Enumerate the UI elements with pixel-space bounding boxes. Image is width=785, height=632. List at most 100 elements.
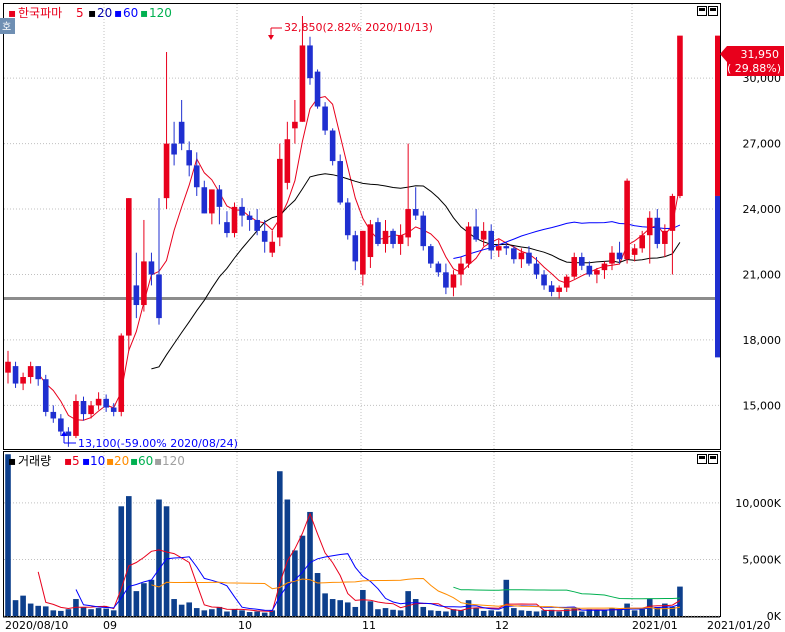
close-icon <box>710 8 716 11</box>
volume-bar <box>420 606 427 616</box>
candle-body <box>480 230 487 240</box>
volume-bar <box>458 610 464 616</box>
candle-body <box>103 398 109 408</box>
candle-body <box>397 235 404 244</box>
vol-ma20-label[interactable]: 20 <box>114 454 129 468</box>
volume-bar <box>435 610 442 616</box>
ma120-label[interactable]: 120 <box>149 6 172 20</box>
price-legend: ▪ 한국파마 5 ▪ 20 ▪ 60 ▪ 120 <box>8 6 172 20</box>
x-label: 2020/08/10 <box>5 619 68 632</box>
volume-bar <box>35 605 41 616</box>
price-tick: 24,000 <box>743 203 782 216</box>
close-icon <box>710 456 716 459</box>
maximize-icon <box>699 8 705 11</box>
vol-ma5-marker: ▪ <box>64 454 72 468</box>
volume-bar <box>390 609 396 616</box>
candle-body <box>110 407 117 412</box>
candle-body <box>390 230 396 244</box>
candle-body <box>495 246 502 251</box>
candle-body <box>473 226 479 240</box>
candle-body <box>12 366 19 384</box>
volume-bar <box>58 610 64 616</box>
candle-body <box>118 335 125 412</box>
volume-bar <box>246 612 253 616</box>
candle-body <box>344 202 351 236</box>
volume-bar <box>156 499 162 616</box>
candle-body <box>548 285 555 292</box>
candle-body <box>299 45 306 122</box>
high-annotation: 32,850(2.82% 2020/10/13) <box>268 21 433 40</box>
candle-body <box>42 379 49 412</box>
volume-bar <box>27 603 34 616</box>
candle-body <box>375 222 381 244</box>
volume-title[interactable]: 거래량 <box>18 454 51 468</box>
stock-name[interactable]: 한국파마 <box>18 6 62 20</box>
x-label: 2021/01 <box>632 619 678 632</box>
candle-body <box>450 274 457 288</box>
candle-body <box>631 248 638 255</box>
candle-body <box>646 217 653 236</box>
volume-bar <box>344 602 351 616</box>
volume-bar <box>224 611 230 616</box>
candle-body <box>420 215 427 247</box>
candle-body <box>488 230 494 251</box>
volume-bar <box>473 608 479 616</box>
candle-body <box>231 206 238 234</box>
candle-body <box>624 180 630 260</box>
volume-bar <box>307 511 313 616</box>
volume-bar <box>141 583 147 616</box>
volume-bar <box>95 608 102 616</box>
volume-bar <box>488 610 494 616</box>
volume-bar <box>503 579 510 616</box>
candle-body <box>58 418 64 432</box>
candle-body <box>329 130 336 162</box>
volume-bar <box>443 611 449 616</box>
volume-bar <box>382 608 389 616</box>
price-window-buttons <box>697 6 718 464</box>
candle-body <box>216 189 223 207</box>
current-range-bar <box>715 195 720 358</box>
volume-bar <box>616 609 623 616</box>
volume-bar <box>20 595 26 616</box>
candle-body <box>186 150 192 166</box>
ma60-label[interactable]: 60 <box>123 6 138 20</box>
volume-bar <box>110 610 117 616</box>
volume-bar <box>88 609 94 616</box>
ma5-label[interactable]: 5 <box>76 6 84 20</box>
x-label: 10 <box>238 619 252 632</box>
volume-bar <box>639 609 645 616</box>
stock-chart: ▪ 한국파마 5 ▪ 20 ▪ 60 ▪ 120 호 30,000 27,000… <box>0 3 784 632</box>
vol-ma5-label[interactable]: 5 <box>72 454 80 468</box>
candle-body <box>284 139 291 183</box>
volume-bar <box>42 606 49 616</box>
volume-bar <box>50 610 57 616</box>
volume-bar <box>261 612 268 616</box>
vol-ma10-label[interactable]: 10 <box>90 454 105 468</box>
candle-body <box>563 276 570 288</box>
high-label: 32,850(2.82% 2020/10/13) <box>284 21 433 34</box>
low-label: 13,100(-59.00% 2020/08/24) <box>78 437 238 450</box>
price-panel-frame <box>3 3 721 450</box>
candle-body <box>616 252 623 260</box>
candle-body <box>73 401 79 436</box>
vol-ma20-marker: ▪ <box>106 454 114 468</box>
price-axis: 30,000 27,000 24,000 21,000 18,000 15,00… <box>743 72 782 412</box>
candle-body <box>465 226 472 264</box>
volume-bar <box>103 608 109 616</box>
volume-bar <box>571 608 578 616</box>
candle-body <box>171 143 177 155</box>
x-label: 09 <box>103 619 117 632</box>
price-tick: 21,000 <box>743 268 782 281</box>
candle-body <box>163 143 170 199</box>
vol-ma120-label[interactable]: 120 <box>162 454 185 468</box>
grid-lines <box>4 4 720 617</box>
ma20-label[interactable]: 20 <box>97 6 112 20</box>
candle-body <box>35 366 41 380</box>
volume-bar <box>12 600 19 616</box>
candle-body <box>269 241 276 253</box>
candle-body <box>518 252 525 260</box>
candle-body <box>511 248 517 260</box>
candle-body <box>141 261 147 306</box>
vol-ma60-label[interactable]: 60 <box>138 454 153 468</box>
candle-body <box>503 246 510 249</box>
